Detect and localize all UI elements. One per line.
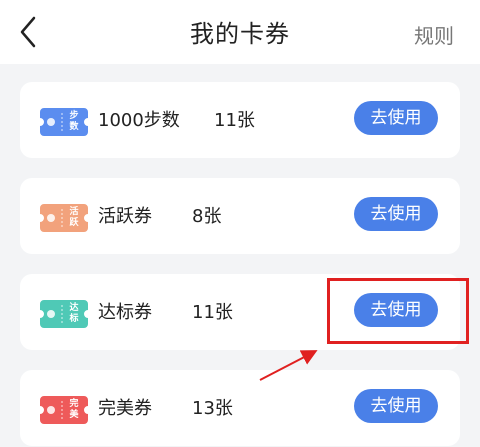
rules-link[interactable]: 规则 [414, 20, 454, 49]
coupon-count: 13张 [192, 398, 233, 419]
ticket-label: 达标 [69, 303, 79, 324]
coupon-ticket-icon: 活跃 [40, 204, 88, 232]
coupon-ticket-icon: 完美 [40, 396, 88, 424]
highlight-box [327, 278, 469, 344]
coupon-ticket-icon: 达标 [40, 300, 88, 328]
use-button[interactable]: 去使用 [354, 389, 438, 423]
coupon-name: 1000步数 [98, 110, 180, 131]
coupon-card: 步数 1000步数 11张 去使用 [20, 82, 460, 158]
coupon-name: 达标券 [98, 302, 152, 323]
use-button[interactable]: 去使用 [354, 197, 438, 231]
ticket-label: 完美 [69, 399, 79, 420]
coupon-count: 8张 [192, 206, 222, 227]
page-title: 我的卡券 [190, 20, 290, 48]
coupon-name: 活跃券 [98, 206, 152, 227]
coupon-ticket-icon: 步数 [40, 108, 88, 136]
coupon-card: 活跃 活跃券 8张 去使用 [20, 178, 460, 254]
coupon-card: 完美 完美券 13张 去使用 [20, 370, 460, 446]
coupon-name: 完美券 [98, 398, 152, 419]
top-bar: 我的卡券 规则 [0, 0, 480, 64]
coupon-count: 11张 [192, 302, 233, 323]
ticket-label: 步数 [69, 111, 79, 132]
ticket-label: 活跃 [69, 207, 79, 228]
coupon-count: 11张 [214, 110, 255, 131]
use-button[interactable]: 去使用 [354, 101, 438, 135]
